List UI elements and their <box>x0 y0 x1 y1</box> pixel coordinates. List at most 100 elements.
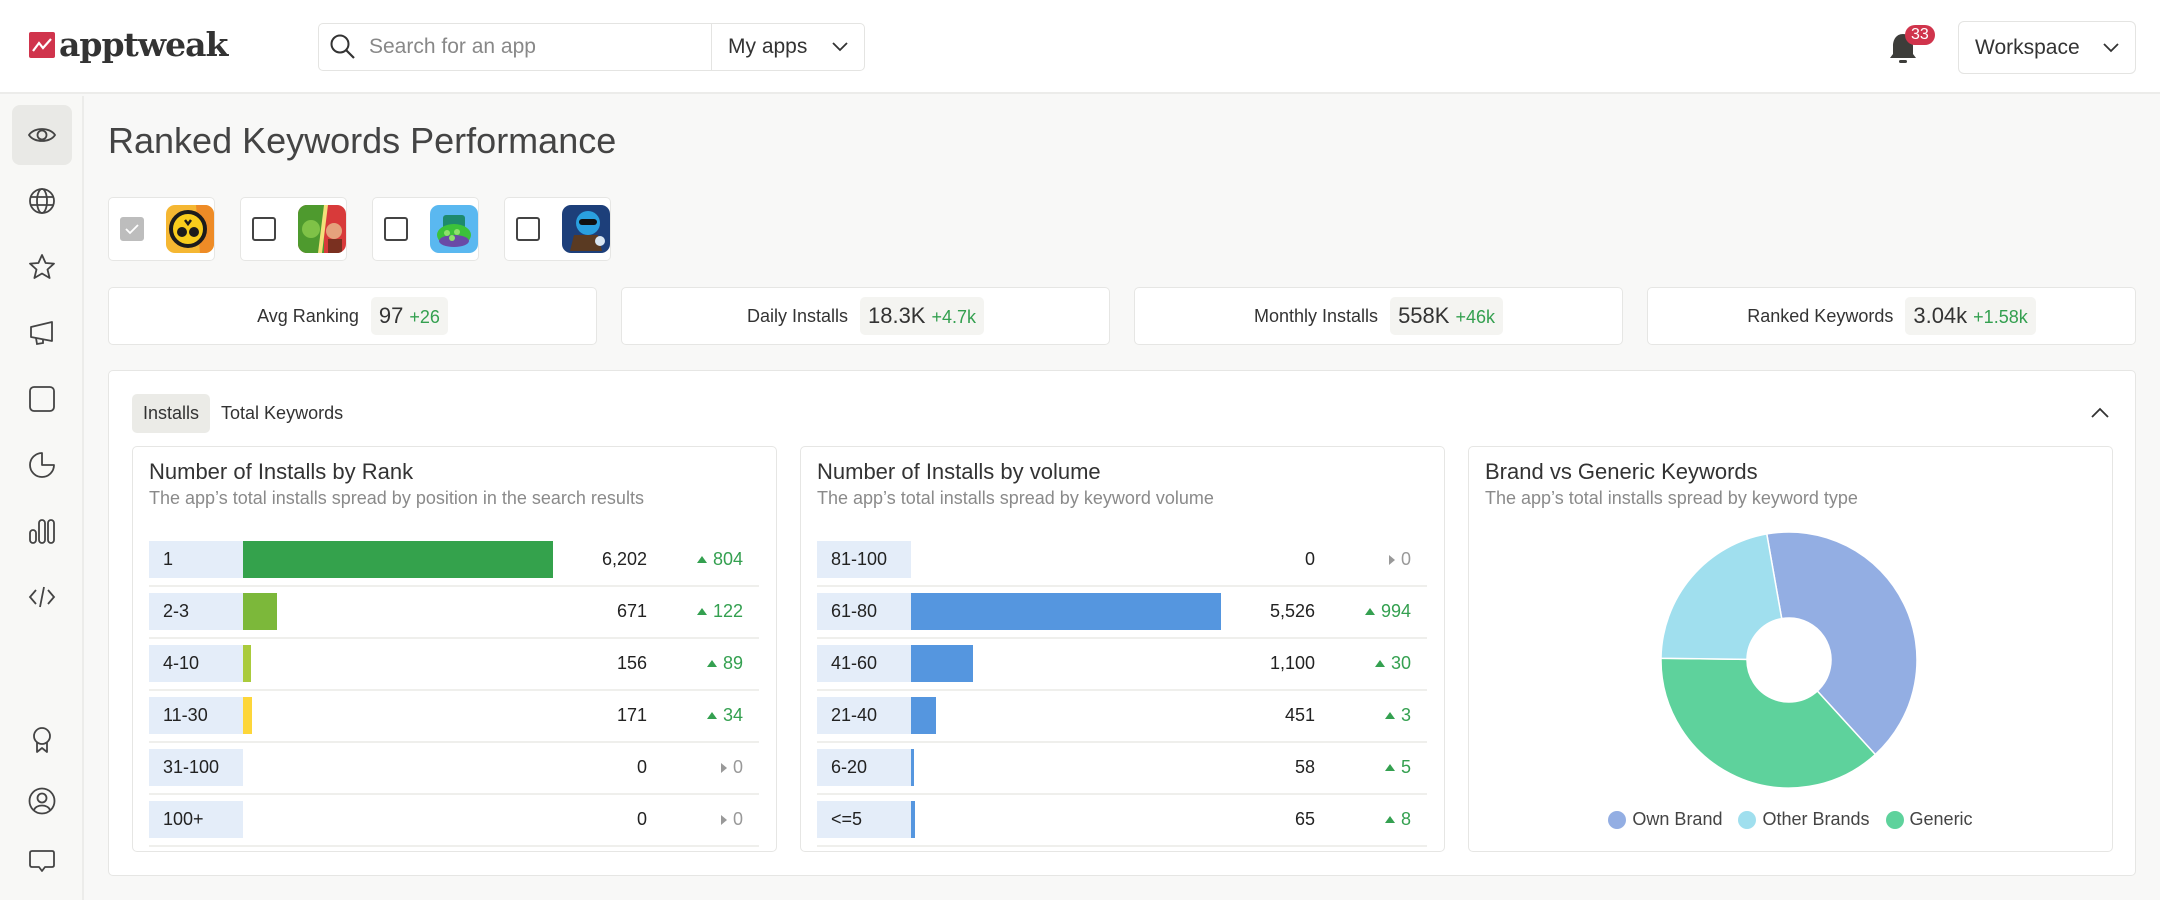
delta-value: 8 <box>1400 809 1411 829</box>
legend-item[interactable]: Generic <box>1885 809 1973 830</box>
installs-by-rank-card: Number of Installs by Rank The app’s tot… <box>132 446 777 852</box>
legend-label: Own Brand <box>1632 809 1723 829</box>
delta-value: 3 <box>1400 705 1411 725</box>
kpi-value-badge: 3.04k +1.58k <box>1905 297 2036 335</box>
bar-category-label: 2-3 <box>149 593 243 630</box>
card-subtitle: The app’s total installs spread by keywo… <box>1485 488 1858 508</box>
bar-row: 31-100 0 0 <box>149 743 759 795</box>
app-checkbox[interactable] <box>516 217 540 241</box>
bar-category-label: 11-30 <box>149 697 243 734</box>
sidebar-item-reports[interactable] <box>12 501 72 561</box>
ninja-game-app-icon <box>562 205 610 253</box>
bar-row: 41-60 1,100 30 <box>817 639 1427 691</box>
donut-slice-other-brands[interactable] <box>1660 533 1783 661</box>
trend-up-icon <box>1364 608 1375 615</box>
sidebar-item-favorites[interactable] <box>12 237 72 297</box>
chat-icon <box>29 850 55 872</box>
app-selector-item[interactable] <box>372 197 479 261</box>
trend-up-icon <box>696 608 707 615</box>
kpi-label: Avg Ranking <box>257 305 359 326</box>
trend-up-icon <box>1374 660 1385 667</box>
apptweak-logo[interactable]: apptweak <box>29 28 228 61</box>
installs-panel: Installs Total Keywords Number of Instal… <box>108 370 2136 876</box>
sidebar-item-campaigns[interactable] <box>12 303 72 363</box>
brawl-stars-app-icon <box>166 205 214 253</box>
trend-flat-icon <box>720 814 727 825</box>
tab-installs[interactable]: Installs <box>132 394 211 433</box>
delta-value: 34 <box>722 705 743 725</box>
app-checkbox[interactable] <box>120 217 144 241</box>
bar <box>243 697 252 734</box>
bar-delta-label: 3 <box>1384 705 1411 726</box>
volume-rows: 81-100 0 0 61-80 5,526 994 41-60 1,100 30 21-40 45… <box>817 535 1427 847</box>
bar-delta-label: 0 <box>1388 549 1411 570</box>
kpi-value: 97 <box>378 303 404 328</box>
app-selector-item[interactable] <box>504 197 611 261</box>
legend-label: Generic <box>1909 809 1973 829</box>
bar-row: 6-20 58 5 <box>817 743 1427 795</box>
app-selector-item[interactable] <box>108 197 215 261</box>
delta-value: 122 <box>712 601 743 621</box>
legend-label: Other Brands <box>1762 809 1870 829</box>
app-selector-item[interactable] <box>240 197 347 261</box>
sidebar-item-overview[interactable] <box>12 105 72 165</box>
trend-up-icon <box>706 660 717 667</box>
legend-item[interactable]: Other Brands <box>1738 809 1870 830</box>
card-title: Number of Installs by volume <box>817 459 1101 484</box>
kpi-delta: +46k <box>1455 307 1495 327</box>
kpi-label: Daily Installs <box>746 305 848 326</box>
sidebar-item-api[interactable] <box>12 567 72 627</box>
collapse-button[interactable] <box>2085 397 2115 427</box>
chevron-down-icon <box>832 42 848 52</box>
sidebar-item-market[interactable] <box>12 435 72 495</box>
delta-value: 0 <box>732 809 743 829</box>
legend-swatch <box>1885 810 1904 829</box>
bar <box>911 749 915 786</box>
sidebar-item-account[interactable] <box>12 771 72 831</box>
search-input[interactable] <box>369 35 699 59</box>
bar <box>911 645 973 682</box>
search-field[interactable] <box>319 24 712 70</box>
rank-rows: 1 6,202 804 2-3 671 122 4-10 156 89 11-30 171 34 31-… <box>149 535 759 847</box>
sidebar-item-academy[interactable] <box>12 710 72 770</box>
delta-value: 5 <box>1400 757 1411 777</box>
megaphone-icon <box>30 321 53 346</box>
gems-chest-app-icon <box>430 205 478 253</box>
bar-category-label: 4-10 <box>149 645 243 682</box>
delta-value: 89 <box>722 653 743 673</box>
bar <box>243 593 277 630</box>
chevron-up-icon <box>2091 407 2109 418</box>
bar-row: 21-40 451 3 <box>817 691 1427 743</box>
bar-delta-label: 122 <box>696 601 743 622</box>
my-apps-label: My apps <box>728 35 808 58</box>
bar-value-label: 0 <box>636 809 647 829</box>
logo-mark-icon <box>29 31 55 58</box>
trend-up-icon <box>1384 712 1395 719</box>
kpi-value-badge: 97 +26 <box>370 297 448 335</box>
card-title: Number of Installs by Rank <box>149 459 414 484</box>
bar <box>911 697 937 734</box>
kpi-label: Monthly Installs <box>1254 305 1379 326</box>
app-checkbox[interactable] <box>384 217 408 241</box>
app-checkbox[interactable] <box>252 217 276 241</box>
bar-row: 100+ 0 0 <box>149 795 759 847</box>
workspace-dropdown[interactable]: Workspace <box>1958 21 2136 74</box>
clash-royale-app-icon <box>298 205 346 253</box>
bar-row: 2-3 671 122 <box>149 587 759 639</box>
globe-icon <box>29 188 55 214</box>
legend-swatch <box>1738 810 1757 829</box>
sidebar-item-global[interactable] <box>12 171 72 231</box>
bar-category-label: 41-60 <box>817 645 911 682</box>
brand-vs-generic-card: Brand vs Generic Keywords The app’s tota… <box>1468 446 2113 852</box>
bar-category-label: 100+ <box>149 801 243 838</box>
bar-delta-label: 994 <box>1364 601 1411 622</box>
bar-row: 11-30 171 34 <box>149 691 759 743</box>
tab-total-keywords[interactable]: Total Keywords <box>210 394 354 433</box>
my-apps-dropdown[interactable]: My apps <box>712 24 864 70</box>
bar-delta-label: 0 <box>720 809 743 830</box>
sidebar-item-support[interactable] <box>12 831 72 891</box>
trend-up-icon <box>1384 816 1395 823</box>
sidebar-item-apps[interactable] <box>12 369 72 429</box>
legend-item[interactable]: Own Brand <box>1608 809 1722 830</box>
bar-category-label: <=5 <box>817 801 911 838</box>
